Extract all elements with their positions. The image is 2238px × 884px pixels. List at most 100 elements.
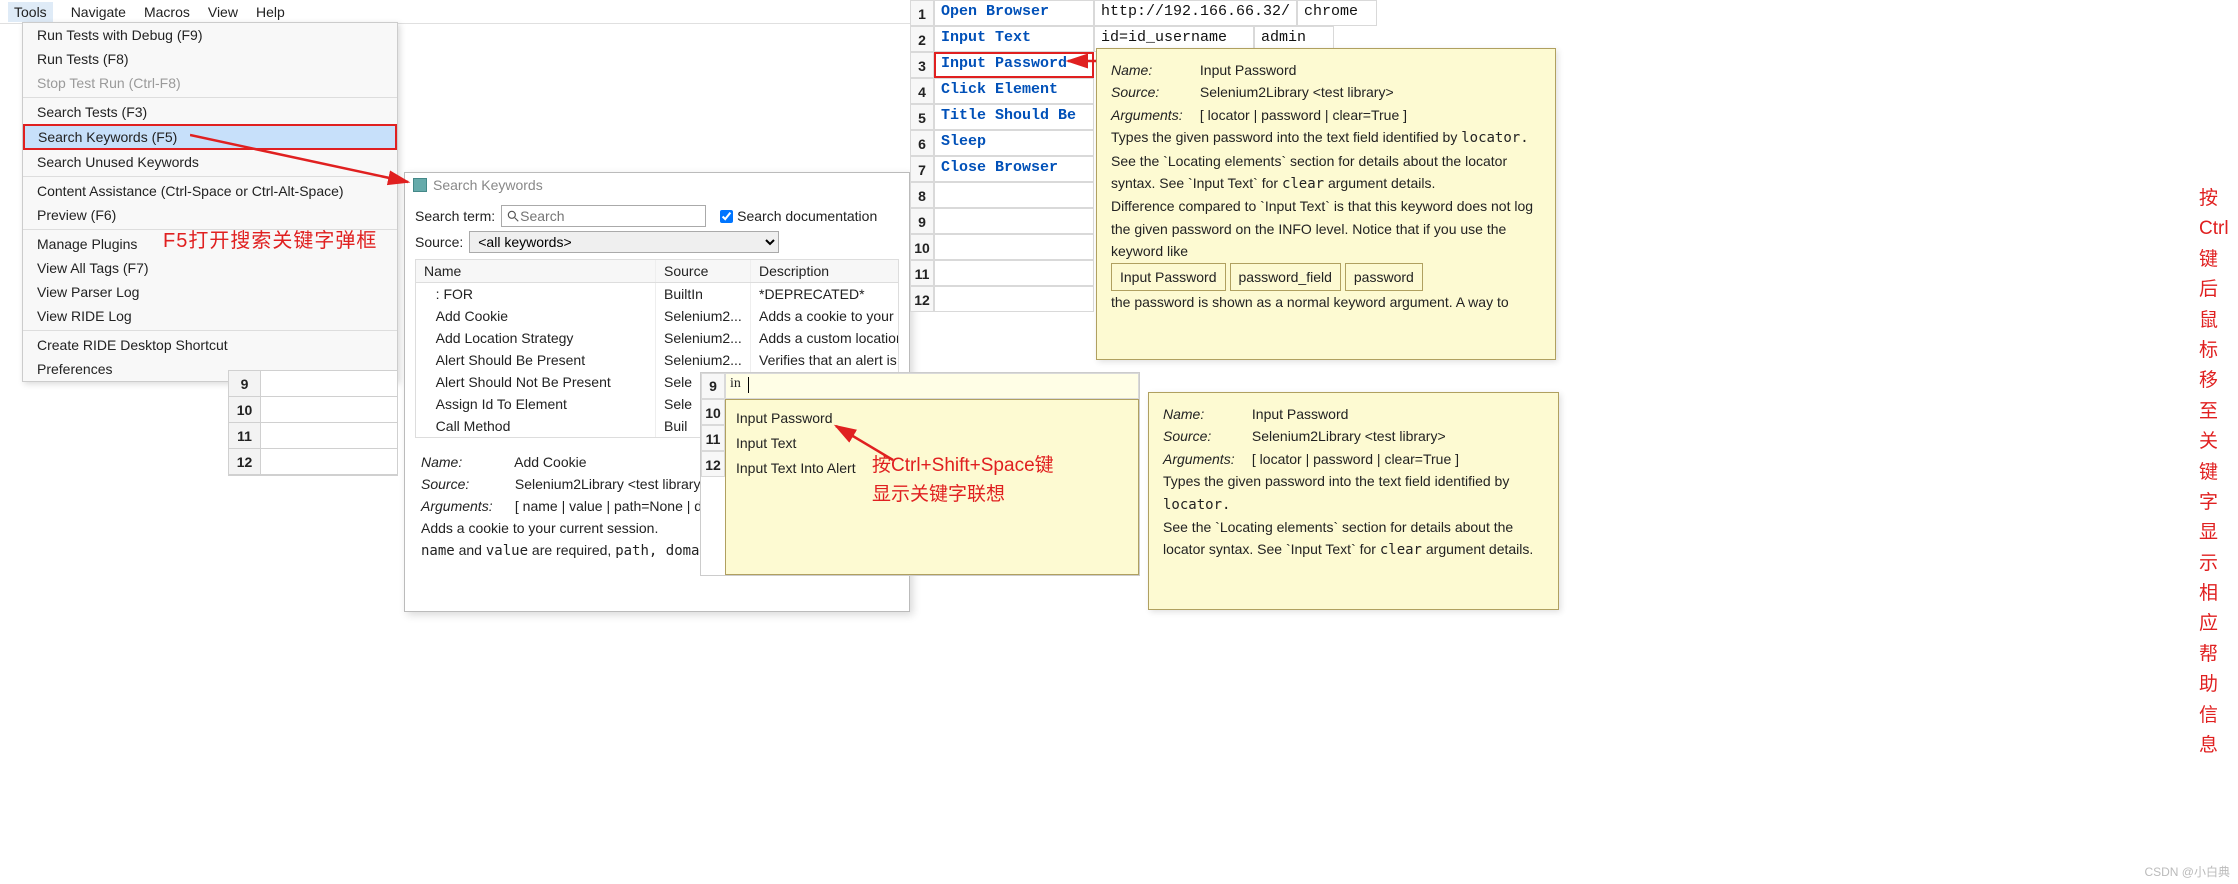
step-row-number: 6 xyxy=(910,130,934,156)
row-number: 12 xyxy=(229,449,261,475)
tt1-args-label: Arguments: xyxy=(1111,104,1196,126)
result-row[interactable]: Add CookieSelenium2...Adds a cookie to y… xyxy=(416,305,898,327)
menu-item-view-parser-log[interactable]: View Parser Log xyxy=(23,280,397,304)
step-row-number: 1 xyxy=(910,0,934,26)
doc-checkbox-input[interactable] xyxy=(720,210,733,223)
step-row-number: 10 xyxy=(910,234,934,260)
grid-cell[interactable] xyxy=(261,397,397,423)
step-keyword-cell[interactable]: Click Element xyxy=(934,78,1094,104)
search-documentation-checkbox[interactable]: Search documentation xyxy=(720,208,877,224)
source-label: Source: xyxy=(415,234,463,250)
source-select[interactable]: <all keywords> xyxy=(469,231,779,253)
grid-cell[interactable] xyxy=(261,423,397,449)
tools-dropdown: Run Tests with Debug (F9)Run Tests (F8)S… xyxy=(22,22,398,382)
col-description[interactable]: Description xyxy=(751,260,898,282)
tt2-source-label: Source: xyxy=(1163,425,1248,447)
detail-source-label: Source: xyxy=(421,476,511,492)
menu-navigate[interactable]: Navigate xyxy=(71,4,126,20)
detail-source: Selenium2Library <test library> xyxy=(515,476,709,492)
col-name[interactable]: Name xyxy=(416,260,656,282)
result-row[interactable]: Add Location StrategySelenium2...Adds a … xyxy=(416,327,898,349)
row-number: 10 xyxy=(701,399,725,425)
row-number: 10 xyxy=(229,397,261,423)
menu-item-view-ride-log[interactable]: View RIDE Log xyxy=(23,304,397,328)
keyword-help-tooltip-1: Name: Input Password Source: Selenium2Li… xyxy=(1096,48,1556,360)
step-keyword-cell[interactable] xyxy=(934,286,1094,312)
menubar: Tools Navigate Macros View Help xyxy=(0,0,910,24)
menu-help[interactable]: Help xyxy=(256,4,285,20)
search-term-label: Search term: xyxy=(415,208,495,224)
tt1-name-label: Name: xyxy=(1111,59,1196,81)
step-keyword-cell[interactable]: Sleep xyxy=(934,130,1094,156)
annotation-ctrl-hover: 按Ctrl键后鼠标移至关键字显示相应帮助信息 xyxy=(2199,184,2229,761)
annotation-f5-note: F5打开搜索关键字弹框 xyxy=(163,224,377,253)
menu-item-stop-test-run: Stop Test Run (Ctrl-F8) xyxy=(23,71,397,95)
step-row-number: 12 xyxy=(910,286,934,312)
tt1-p1: Types the given password into the text f… xyxy=(1111,126,1541,149)
detail-args: [ name | value | path=None | dom xyxy=(515,498,722,514)
step-keyword-cell[interactable]: Title Should Be xyxy=(934,104,1094,130)
row-number: 11 xyxy=(701,425,725,451)
menu-item-view-all-tags[interactable]: View All Tags (F7) xyxy=(23,256,397,280)
tt1-name: Input Password xyxy=(1200,62,1297,78)
tt2-args: [ locator | password | clear=True ] xyxy=(1252,451,1459,467)
step-row-number: 2 xyxy=(910,26,934,52)
detail-name: Add Cookie xyxy=(514,454,586,470)
row-number: 11 xyxy=(229,423,261,449)
grid-cell[interactable] xyxy=(261,371,397,397)
detail-args-label: Arguments: xyxy=(421,498,511,514)
dialog-title: Search Keywords xyxy=(433,177,543,193)
menu-item-search-tests[interactable]: Search Tests (F3) xyxy=(23,100,397,124)
menu-item-search-keywords[interactable]: Search Keywords (F5) xyxy=(23,124,397,150)
step-row-number: 7 xyxy=(910,156,934,182)
step-keyword-cell[interactable] xyxy=(934,234,1094,260)
step-keyword-cell[interactable] xyxy=(934,182,1094,208)
search-icon xyxy=(506,209,520,223)
tt1-p2: See the `Locating elements` section for … xyxy=(1111,150,1541,196)
detail-name-label: Name: xyxy=(421,454,511,470)
keyword-help-tooltip-2: Name: Input Password Source: Selenium2Li… xyxy=(1148,392,1559,610)
menu-macros[interactable]: Macros xyxy=(144,4,190,20)
search-input[interactable] xyxy=(520,208,701,224)
menu-item-run-tests-with-debug[interactable]: Run Tests with Debug (F9) xyxy=(23,23,397,47)
doc-checkbox-label: Search documentation xyxy=(737,208,877,224)
annotation-ctrl-shift-space: 按Ctrl+Shift+Space键 显示关键字联想 xyxy=(872,452,1054,509)
dialog-icon xyxy=(413,178,427,192)
step-row-number: 9 xyxy=(910,208,934,234)
step-keyword-cell[interactable]: Close Browser xyxy=(934,156,1094,182)
step-arg-cell[interactable]: http://192.166.66.32/ xyxy=(1094,0,1297,26)
menu-item-content-assistance[interactable]: Content Assistance (Ctrl-Space or Ctrl-A… xyxy=(23,179,397,203)
tt2-name-label: Name: xyxy=(1163,403,1248,425)
result-row[interactable]: Alert Should Be PresentSelenium2...Verif… xyxy=(416,349,898,371)
row-number: 9 xyxy=(229,371,261,397)
edit-row-number: 9 xyxy=(701,373,725,399)
step-keyword-cell[interactable]: Input Text xyxy=(934,26,1094,52)
col-source[interactable]: Source xyxy=(656,260,751,282)
tt2-source: Selenium2Library <test library> xyxy=(1252,428,1446,444)
watermark: CSDN @小白典 xyxy=(2144,863,2230,880)
tt1-source: Selenium2Library <test library> xyxy=(1200,84,1394,100)
menu-view[interactable]: View xyxy=(208,4,238,20)
autocomplete-item[interactable]: Input Password xyxy=(736,406,1128,431)
step-keyword-cell[interactable] xyxy=(934,208,1094,234)
step-row-number: 4 xyxy=(910,78,934,104)
menu-item-search-unused-keywords[interactable]: Search Unused Keywords xyxy=(23,150,397,174)
step-keyword-cell[interactable] xyxy=(934,260,1094,286)
tt1-example-boxes: Input Passwordpassword_fieldpassword xyxy=(1111,263,1423,291)
step-row-number: 11 xyxy=(910,260,934,286)
step-keyword-cell[interactable]: Input Password xyxy=(934,52,1094,78)
keyword-edit-cell[interactable]: in xyxy=(725,373,1139,399)
tt2-name: Input Password xyxy=(1252,406,1349,422)
menu-item-create-ride-desktop-shortcut[interactable]: Create RIDE Desktop Shortcut xyxy=(23,333,397,357)
result-row[interactable]: : FORBuiltIn*DEPRECATED* xyxy=(416,283,898,305)
step-row-number: 3 xyxy=(910,52,934,78)
step-keyword-cell[interactable]: Open Browser xyxy=(934,0,1094,26)
step-row-number: 8 xyxy=(910,182,934,208)
menu-tools[interactable]: Tools xyxy=(8,2,53,22)
grid-cell[interactable] xyxy=(261,449,397,475)
step-arg-cell[interactable]: chrome xyxy=(1297,0,1377,26)
search-term-field[interactable] xyxy=(501,205,706,227)
row-number: 12 xyxy=(701,451,725,477)
background-grid-fragment: 9101112 xyxy=(228,370,398,476)
menu-item-run-tests[interactable]: Run Tests (F8) xyxy=(23,47,397,71)
